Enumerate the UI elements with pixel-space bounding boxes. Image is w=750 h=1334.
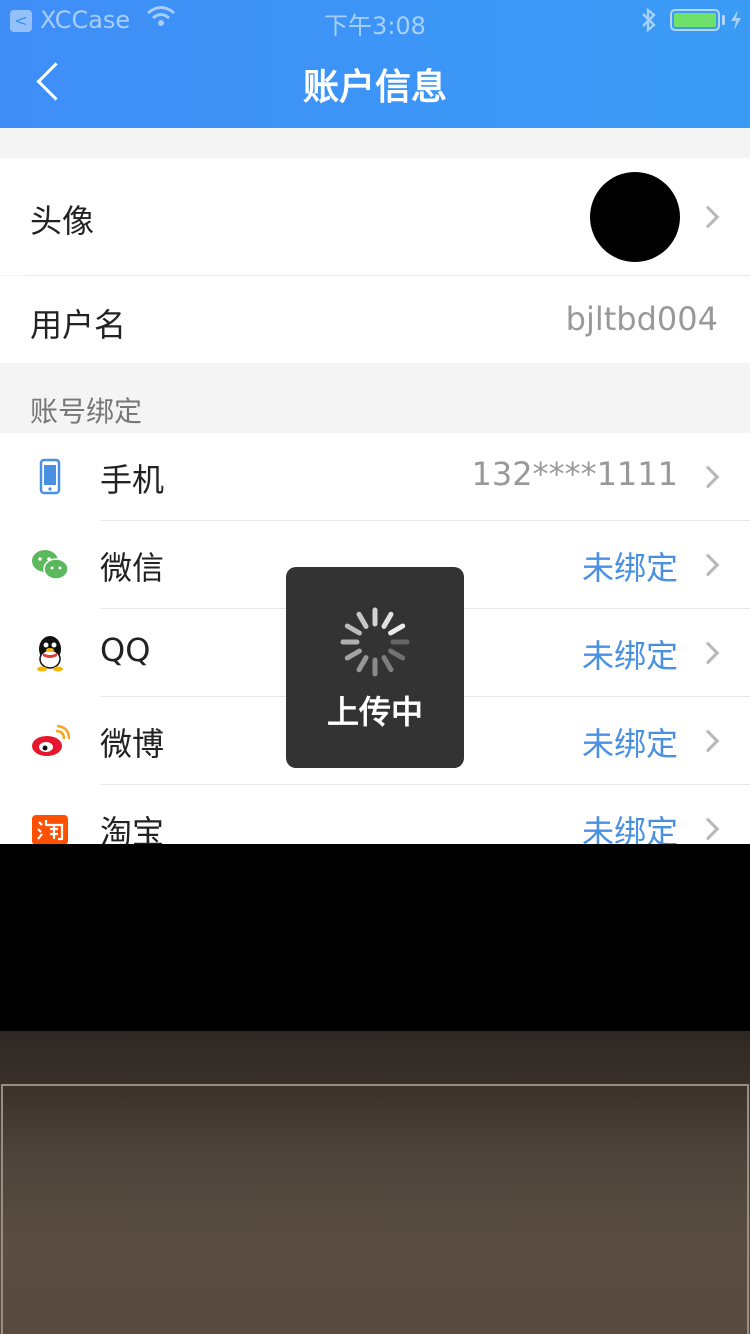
battery-icon bbox=[670, 9, 720, 31]
section-title-account-binding: 账号绑定 bbox=[30, 395, 143, 428]
spinner-spoke bbox=[388, 623, 406, 636]
username-row: 用户名 bjltbd004 bbox=[0, 276, 750, 363]
avatar[interactable] bbox=[590, 172, 680, 262]
chevron-right-icon bbox=[696, 553, 720, 577]
bind-row-phone[interactable]: 手机 132****1111 bbox=[0, 433, 750, 521]
camera-frame bbox=[1, 1084, 749, 1334]
spinner-spoke bbox=[344, 623, 362, 636]
bind-value: 未绑定 bbox=[581, 813, 678, 844]
wechat-icon bbox=[32, 550, 69, 580]
loading-toast: 上传中 bbox=[286, 567, 464, 768]
status-bar: < XCCase 下午3:08 bbox=[0, 0, 750, 40]
spinner-spoke bbox=[356, 655, 369, 673]
bind-label: 微信 bbox=[100, 549, 165, 587]
username-label: 用户名 bbox=[30, 306, 127, 344]
bind-value: 未绑定 bbox=[581, 637, 678, 675]
chevron-right-icon bbox=[696, 205, 720, 229]
bind-value: 未绑定 bbox=[581, 725, 678, 763]
spinner-spoke bbox=[381, 611, 394, 629]
spinner-spoke bbox=[388, 648, 406, 661]
bluetooth-icon bbox=[642, 7, 656, 33]
bind-label: 微博 bbox=[100, 725, 165, 763]
bind-value: 132****1111 bbox=[471, 455, 678, 493]
username-value: bjltbd004 bbox=[565, 300, 718, 338]
loading-spinner-icon bbox=[340, 607, 410, 677]
bind-label: 手机 bbox=[100, 461, 165, 499]
chevron-right-icon bbox=[696, 641, 720, 665]
bind-row-taobao[interactable]: 淘宝 未绑定 bbox=[0, 785, 750, 844]
camera-preview bbox=[0, 1031, 750, 1334]
bind-label: QQ bbox=[100, 631, 151, 669]
spinner-spoke bbox=[344, 648, 362, 661]
qq-icon bbox=[37, 636, 63, 672]
chevron-right-icon bbox=[696, 729, 720, 753]
charging-bolt-icon bbox=[731, 10, 741, 30]
weibo-icon bbox=[32, 724, 70, 756]
chevron-right-icon bbox=[696, 817, 720, 841]
nav-bar: < XCCase 下午3:08 账户信息 bbox=[0, 0, 750, 128]
spinner-spoke bbox=[356, 611, 369, 629]
avatar-row[interactable]: 头像 bbox=[0, 158, 750, 275]
status-time: 下午3:08 bbox=[324, 12, 426, 40]
spinner-spoke bbox=[381, 655, 394, 673]
chevron-right-icon bbox=[696, 465, 720, 489]
avatar-label: 头像 bbox=[30, 202, 95, 240]
page-title: 账户信息 bbox=[302, 67, 447, 108]
battery-cap bbox=[722, 15, 725, 25]
phone-icon bbox=[39, 458, 61, 495]
toast-text: 上传中 bbox=[326, 693, 423, 731]
taobao-icon bbox=[32, 815, 68, 844]
bind-label: 淘宝 bbox=[100, 813, 165, 844]
bind-value: 未绑定 bbox=[581, 549, 678, 587]
